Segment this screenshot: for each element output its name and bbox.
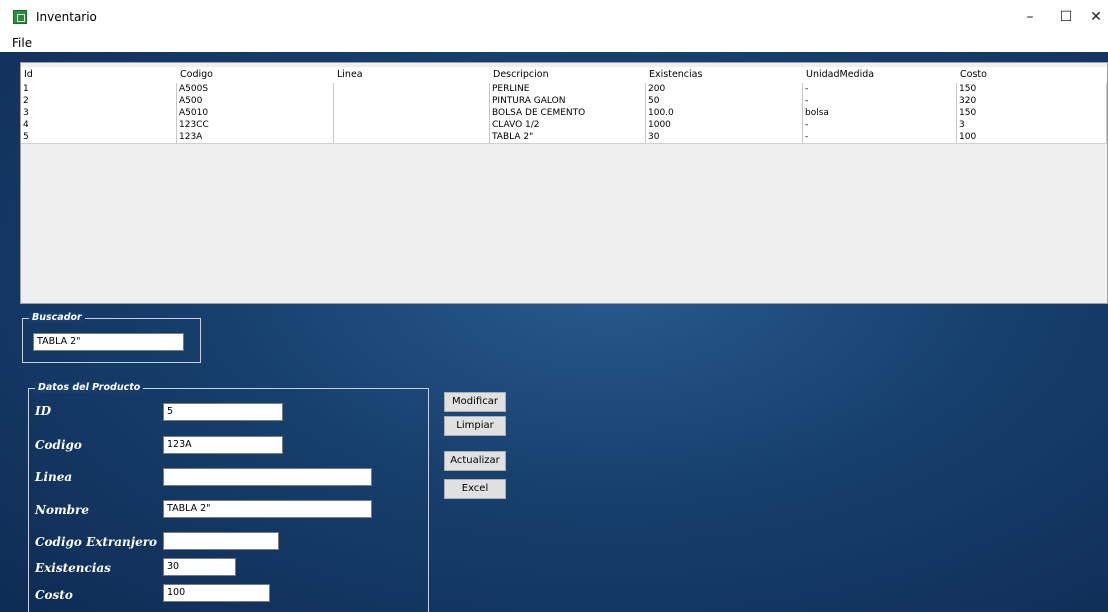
- cell-descripcion: TABLA 2": [490, 131, 646, 143]
- header-linea[interactable]: Linea: [334, 67, 490, 83]
- cell-codigo: 123A: [177, 131, 334, 143]
- codigo-extranjero-label: Codigo Extranjero: [35, 535, 158, 549]
- cell-id: 4: [21, 119, 177, 131]
- cell-linea: [334, 95, 490, 107]
- codigo-field[interactable]: 123A: [163, 436, 283, 454]
- limpiar-button[interactable]: Limpiar: [444, 416, 506, 436]
- header-descripcion[interactable]: Descripcion: [490, 67, 646, 83]
- linea-label: Linea: [35, 470, 73, 484]
- cell-costo: 150: [957, 83, 1107, 95]
- cell-existencias: 200: [646, 83, 803, 95]
- header-codigo[interactable]: Codigo: [177, 67, 334, 83]
- actualizar-button[interactable]: Actualizar: [444, 451, 506, 471]
- nombre-label: Nombre: [35, 503, 90, 517]
- nombre-field[interactable]: TABLA 2": [163, 500, 372, 518]
- cell-costo: 320: [957, 95, 1107, 107]
- cell-id: 2: [21, 95, 177, 107]
- cell-linea: [334, 83, 490, 95]
- cell-descripcion: PINTURA GALON: [490, 95, 646, 107]
- modificar-button[interactable]: Modificar: [444, 392, 506, 412]
- menu-bar: File: [0, 34, 1108, 52]
- cell-id: 3: [21, 107, 177, 119]
- table-row[interactable]: 5 123A TABLA 2" 30 - 100: [21, 131, 1107, 144]
- cell-linea: [334, 131, 490, 143]
- header-existencias[interactable]: Existencias: [646, 67, 803, 83]
- existencias-field[interactable]: 30: [163, 558, 236, 576]
- products-table[interactable]: Id Codigo Linea Descripcion Existencias …: [20, 62, 1108, 304]
- codigo-extranjero-field[interactable]: [163, 532, 279, 550]
- cell-existencias: 100.0: [646, 107, 803, 119]
- id-field[interactable]: 5: [163, 403, 283, 421]
- table-header: Id Codigo Linea Descripcion Existencias …: [21, 67, 1107, 83]
- header-unidad-medida[interactable]: UnidadMedida: [803, 67, 957, 83]
- cell-unidad-medida: -: [803, 95, 957, 107]
- minimize-button[interactable]: –: [1016, 6, 1044, 28]
- cell-unidad-medida: -: [803, 119, 957, 131]
- linea-field[interactable]: [163, 468, 372, 486]
- producto-legend: Datos del Producto: [35, 382, 144, 393]
- buscador-legend: Buscador: [29, 312, 85, 323]
- existencias-label: Existencias: [35, 561, 111, 575]
- window-title: Inventario: [36, 10, 97, 24]
- cell-unidad-medida: -: [803, 83, 957, 95]
- cell-unidad-medida: bolsa: [803, 107, 957, 119]
- excel-button[interactable]: Excel: [444, 479, 506, 499]
- cell-costo: 3: [957, 119, 1107, 131]
- menu-file[interactable]: File: [12, 36, 32, 50]
- codigo-label: Codigo: [35, 438, 82, 452]
- cell-id: 1: [21, 83, 177, 95]
- cell-codigo: A500S: [177, 83, 334, 95]
- cell-existencias: 1000: [646, 119, 803, 131]
- id-label: ID: [35, 404, 52, 418]
- cell-codigo: A5010: [177, 107, 334, 119]
- header-id[interactable]: Id: [21, 67, 177, 83]
- header-costo[interactable]: Costo: [957, 67, 1107, 83]
- search-input[interactable]: TABLA 2": [33, 333, 184, 351]
- cell-unidad-medida: -: [803, 131, 957, 143]
- cell-costo: 100: [957, 131, 1107, 143]
- cell-codigo: A500: [177, 95, 334, 107]
- cell-descripcion: PERLINE: [490, 83, 646, 95]
- cell-descripcion: BOLSA DE CEMENTO: [490, 107, 646, 119]
- cell-costo: 150: [957, 107, 1107, 119]
- cell-linea: [334, 107, 490, 119]
- cell-id: 5: [21, 131, 177, 143]
- costo-field[interactable]: 100: [163, 584, 270, 602]
- close-button[interactable]: ✕: [1082, 6, 1108, 28]
- costo-label: Costo: [35, 588, 73, 602]
- cell-existencias: 30: [646, 131, 803, 143]
- cell-linea: [334, 119, 490, 131]
- app-icon: [13, 10, 27, 24]
- cell-existencias: 50: [646, 95, 803, 107]
- maximize-button[interactable]: ☐: [1052, 6, 1080, 28]
- cell-codigo: 123CC: [177, 119, 334, 131]
- cell-descripcion: CLAVO 1/2: [490, 119, 646, 131]
- title-bar: Inventario – ☐ ✕: [0, 0, 1108, 34]
